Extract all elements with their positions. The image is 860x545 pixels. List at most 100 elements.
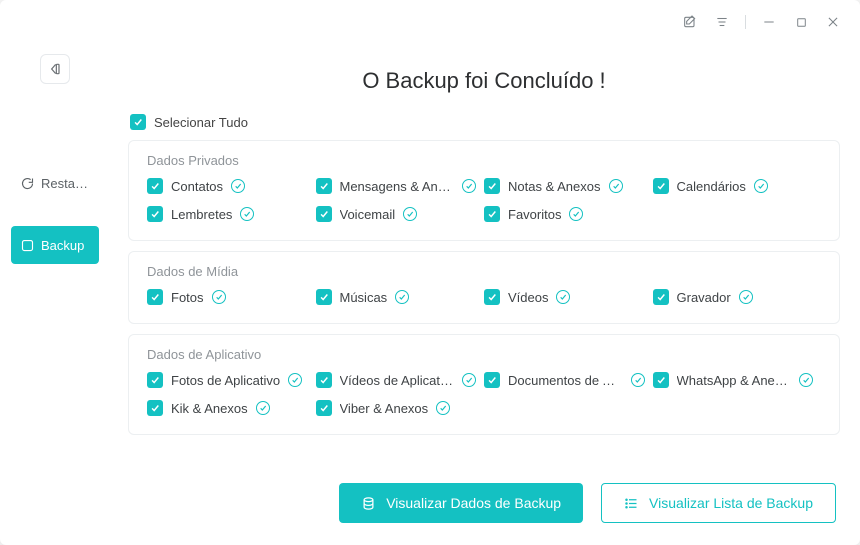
checkbox-icon bbox=[316, 289, 332, 305]
group-title: Dados Privados bbox=[147, 153, 821, 168]
nav-item-backup[interactable]: Backup bbox=[11, 226, 99, 264]
data-item-label: WhatsApp & Anexos bbox=[677, 373, 792, 388]
back-button[interactable] bbox=[40, 54, 70, 84]
done-icon bbox=[462, 373, 476, 387]
checkbox-icon bbox=[484, 206, 500, 222]
done-icon bbox=[631, 373, 645, 387]
list-icon bbox=[624, 496, 639, 511]
group-title: Dados de Mídia bbox=[147, 264, 821, 279]
sidebar: Restau... Backup bbox=[0, 0, 110, 545]
nav-label-restore: Restau... bbox=[41, 176, 91, 191]
data-item[interactable]: Músicas bbox=[316, 289, 485, 305]
group-items-row: Fotos Músicas Vídeos Gravador bbox=[147, 289, 821, 317]
data-item[interactable]: Fotos de Aplicativo bbox=[147, 372, 316, 388]
checkbox-icon bbox=[130, 114, 146, 130]
checkbox-icon bbox=[316, 178, 332, 194]
done-icon bbox=[754, 179, 768, 193]
checkbox-icon bbox=[653, 178, 669, 194]
titlebar bbox=[0, 0, 860, 44]
done-icon bbox=[403, 207, 417, 221]
data-item-label: Contatos bbox=[171, 179, 223, 194]
minimize-icon[interactable] bbox=[760, 13, 778, 31]
data-item-label: Vídeos bbox=[508, 290, 548, 305]
data-item-label: Notas & Anexos bbox=[508, 179, 601, 194]
data-item-label: Vídeos de Aplicativo bbox=[340, 373, 455, 388]
data-item-label: Calendários bbox=[677, 179, 746, 194]
data-item-label: Favoritos bbox=[508, 207, 561, 222]
data-item[interactable]: Lembretes bbox=[147, 206, 316, 222]
data-item[interactable]: Favoritos bbox=[484, 206, 653, 222]
data-item[interactable]: Documentos de Apli... bbox=[484, 372, 653, 388]
menu-icon[interactable] bbox=[713, 13, 731, 31]
main-content: O Backup foi Concluído ! Selecionar Tudo… bbox=[110, 44, 860, 545]
backup-icon bbox=[19, 238, 35, 253]
done-icon bbox=[395, 290, 409, 304]
checkbox-icon bbox=[653, 372, 669, 388]
data-group: Dados de Mídia Fotos Músicas Vídeos Gravador bbox=[128, 251, 840, 324]
group-items-row: Fotos de Aplicativo Vídeos de Aplicativo D… bbox=[147, 372, 821, 428]
data-item[interactable]: Voicemail bbox=[316, 206, 485, 222]
data-group: Dados Privados Contatos Mensagens & Anexos… bbox=[128, 140, 840, 241]
done-icon bbox=[212, 290, 226, 304]
done-icon bbox=[569, 207, 583, 221]
data-item-label: Kik & Anexos bbox=[171, 401, 248, 416]
checkbox-icon bbox=[316, 400, 332, 416]
select-all-checkbox[interactable]: Selecionar Tudo bbox=[128, 114, 840, 130]
data-item-label: Lembretes bbox=[171, 207, 232, 222]
maximize-icon[interactable] bbox=[792, 13, 810, 31]
data-item[interactable]: Notas & Anexos bbox=[484, 178, 653, 194]
view-data-label: Visualizar Dados de Backup bbox=[386, 495, 561, 511]
checkbox-icon bbox=[484, 289, 500, 305]
data-item-label: Documentos de Apli... bbox=[508, 373, 623, 388]
data-item[interactable]: Fotos bbox=[147, 289, 316, 305]
data-item[interactable]: Gravador bbox=[653, 289, 822, 305]
feedback-icon[interactable] bbox=[681, 13, 699, 31]
checkbox-icon bbox=[147, 206, 163, 222]
nav-item-restore[interactable]: Restau... bbox=[11, 164, 99, 202]
data-item[interactable]: Vídeos de Aplicativo bbox=[316, 372, 485, 388]
titlebar-separator bbox=[745, 15, 746, 29]
app-window: Restau... Backup O Backup foi Concluído … bbox=[0, 0, 860, 545]
checkbox-icon bbox=[316, 206, 332, 222]
data-item[interactable]: WhatsApp & Anexos bbox=[653, 372, 822, 388]
done-icon bbox=[240, 207, 254, 221]
stack-icon bbox=[361, 496, 376, 511]
data-item-label: Gravador bbox=[677, 290, 731, 305]
data-item-label: Mensagens & Anexos bbox=[340, 179, 455, 194]
page-title: O Backup foi Concluído ! bbox=[128, 68, 840, 94]
done-icon bbox=[256, 401, 270, 415]
data-item[interactable]: Mensagens & Anexos bbox=[316, 178, 485, 194]
data-item[interactable]: Viber & Anexos bbox=[316, 400, 485, 416]
checkbox-icon bbox=[484, 178, 500, 194]
data-item[interactable]: Vídeos bbox=[484, 289, 653, 305]
checkbox-icon bbox=[484, 372, 500, 388]
done-icon bbox=[288, 373, 302, 387]
data-item-label: Voicemail bbox=[340, 207, 396, 222]
done-icon bbox=[556, 290, 570, 304]
data-item[interactable]: Kik & Anexos bbox=[147, 400, 316, 416]
checkbox-icon bbox=[147, 289, 163, 305]
done-icon bbox=[799, 373, 813, 387]
checkbox-icon bbox=[147, 178, 163, 194]
close-icon[interactable] bbox=[824, 13, 842, 31]
data-item-label: Fotos bbox=[171, 290, 204, 305]
done-icon bbox=[739, 290, 753, 304]
data-item[interactable]: Contatos bbox=[147, 178, 316, 194]
done-icon bbox=[436, 401, 450, 415]
checkbox-icon bbox=[147, 400, 163, 416]
data-item[interactable]: Calendários bbox=[653, 178, 822, 194]
checkbox-icon bbox=[316, 372, 332, 388]
checkbox-icon bbox=[147, 372, 163, 388]
view-backup-data-button[interactable]: Visualizar Dados de Backup bbox=[339, 483, 583, 523]
group-title: Dados de Aplicativo bbox=[147, 347, 821, 362]
select-all-label: Selecionar Tudo bbox=[154, 115, 248, 130]
checkbox-icon bbox=[653, 289, 669, 305]
view-list-label: Visualizar Lista de Backup bbox=[649, 495, 813, 511]
done-icon bbox=[231, 179, 245, 193]
footer-actions: Visualizar Dados de Backup Visualizar Li… bbox=[339, 483, 836, 523]
refresh-icon bbox=[19, 176, 35, 191]
data-group: Dados de Aplicativo Fotos de Aplicativo Ví… bbox=[128, 334, 840, 435]
nav-label-backup: Backup bbox=[41, 238, 84, 253]
view-backup-list-button[interactable]: Visualizar Lista de Backup bbox=[601, 483, 836, 523]
data-item-label: Músicas bbox=[340, 290, 388, 305]
